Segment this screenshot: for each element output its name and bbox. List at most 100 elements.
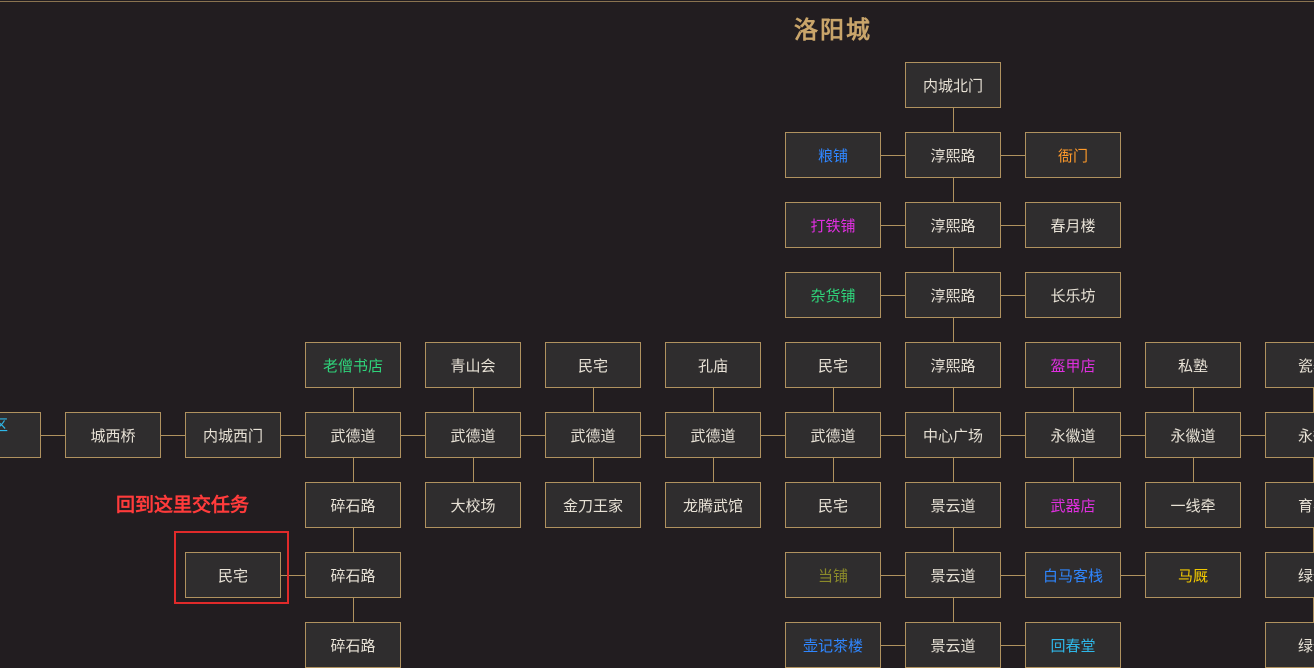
path-horizontal xyxy=(1001,645,1025,646)
path-vertical xyxy=(1073,388,1074,412)
room-label: 永徽道 xyxy=(1170,426,1216,445)
room-lvzhu1[interactable]: 绿竹 xyxy=(1265,552,1314,598)
path-vertical xyxy=(953,178,954,202)
path-horizontal xyxy=(641,435,665,436)
room-yonghui1[interactable]: 永徽道 xyxy=(1025,412,1121,458)
room-chunxi2[interactable]: 淳熙路 xyxy=(905,202,1001,248)
room-porcelain[interactable]: 瓷器 xyxy=(1265,342,1314,388)
room-west-bridge[interactable]: 城西桥 xyxy=(65,412,161,458)
room-label: 武德道 xyxy=(330,426,376,445)
room-temple[interactable]: 孔庙 xyxy=(665,342,761,388)
room-label: 长乐坊 xyxy=(1050,286,1096,305)
room-label: 武器店 xyxy=(1050,496,1096,515)
room-jingyun2[interactable]: 景云道 xyxy=(905,552,1001,598)
room-yixian[interactable]: 一线牵 xyxy=(1145,482,1241,528)
room-armor[interactable]: 盔甲店 xyxy=(1025,342,1121,388)
room-label: 永徽 xyxy=(1297,426,1314,445)
path-horizontal xyxy=(881,435,905,436)
room-jindao[interactable]: 金刀王家 xyxy=(545,482,641,528)
room-label: 淳熙路 xyxy=(930,216,976,235)
room-west-gate[interactable]: 内城西门 xyxy=(185,412,281,458)
room-label: 内城北门 xyxy=(922,76,983,95)
room-label: 龙腾武馆 xyxy=(682,496,743,515)
room-house1[interactable]: 民宅 xyxy=(545,342,641,388)
room-grocery[interactable]: 杂货铺 xyxy=(785,272,881,318)
path-vertical xyxy=(1073,458,1074,482)
room-wude2[interactable]: 武德道 xyxy=(425,412,521,458)
room-label: 景云道 xyxy=(930,636,976,655)
room-label: 大校场 xyxy=(450,496,496,515)
room-grain[interactable]: 粮铺 xyxy=(785,132,881,178)
room-gravel1[interactable]: 碎石路 xyxy=(305,482,401,528)
room-label: 景云道 xyxy=(930,496,976,515)
room-label: 内城西门 xyxy=(202,426,263,445)
path-vertical xyxy=(953,388,954,412)
room-bookstore[interactable]: 老僧书店 xyxy=(305,342,401,388)
room-jingyun3[interactable]: 景云道 xyxy=(905,622,1001,668)
room-jingyun1[interactable]: 景云道 xyxy=(905,482,1001,528)
room-wude1[interactable]: 武德道 xyxy=(305,412,401,458)
path-vertical xyxy=(713,458,714,482)
room-label: 淳熙路 xyxy=(930,356,976,375)
room-label: 碎石路 xyxy=(330,496,376,515)
room-label: 私塾 xyxy=(1177,356,1208,375)
room-teahouse[interactable]: 壶记茶楼 xyxy=(785,622,881,668)
room-label: 老僧书店 xyxy=(322,356,383,375)
room-label: 民宅 xyxy=(817,356,848,375)
room-label-secondary: 道 xyxy=(0,435,1,455)
room-chunxi4[interactable]: 淳熙路 xyxy=(905,342,1001,388)
room-drill[interactable]: 大校场 xyxy=(425,482,521,528)
room-huichun[interactable]: 回春堂 xyxy=(1025,622,1121,668)
path-vertical xyxy=(953,248,954,272)
room-changle[interactable]: 长乐坊 xyxy=(1025,272,1121,318)
room-yamen[interactable]: 衙门 xyxy=(1025,132,1121,178)
room-gravel3[interactable]: 碎石路 xyxy=(305,622,401,668)
room-yonghui2[interactable]: 永徽道 xyxy=(1145,412,1241,458)
path-horizontal xyxy=(41,435,65,436)
room-label: 绿竹 xyxy=(1297,636,1314,655)
path-vertical xyxy=(353,458,354,482)
room-label: 青山会 xyxy=(450,356,496,375)
room-label: 淳熙路 xyxy=(930,146,976,165)
room-yonghui3[interactable]: 永徽 xyxy=(1265,412,1314,458)
path-vertical xyxy=(953,108,954,132)
room-house2[interactable]: 民宅 xyxy=(785,342,881,388)
room-qingshan[interactable]: 青山会 xyxy=(425,342,521,388)
room-label: 育婴 xyxy=(1297,496,1314,515)
room-wude3[interactable]: 武德道 xyxy=(545,412,641,458)
path-horizontal xyxy=(1241,435,1265,436)
path-horizontal xyxy=(281,435,305,436)
room-chunyue[interactable]: 春月楼 xyxy=(1025,202,1121,248)
room-edge[interactable]: 地区道 xyxy=(0,412,41,458)
room-longteng[interactable]: 龙腾武馆 xyxy=(665,482,761,528)
room-plaza[interactable]: 中心广场 xyxy=(905,412,1001,458)
room-inn[interactable]: 白马客栈 xyxy=(1025,552,1121,598)
room-pawn[interactable]: 当铺 xyxy=(785,552,881,598)
path-horizontal xyxy=(881,645,905,646)
path-vertical xyxy=(353,598,354,622)
room-north-gate[interactable]: 内城北门 xyxy=(905,62,1001,108)
room-yuying[interactable]: 育婴 xyxy=(1265,482,1314,528)
room-chunxi3[interactable]: 淳熙路 xyxy=(905,272,1001,318)
room-label: 马厩 xyxy=(1177,566,1208,585)
path-horizontal xyxy=(521,435,545,436)
path-vertical xyxy=(713,388,714,412)
room-stable[interactable]: 马厩 xyxy=(1145,552,1241,598)
room-label: 绿竹 xyxy=(1297,566,1314,585)
room-lvzhu2[interactable]: 绿竹 xyxy=(1265,622,1314,668)
path-horizontal xyxy=(881,295,905,296)
room-house3[interactable]: 民宅 xyxy=(785,482,881,528)
room-wude5[interactable]: 武德道 xyxy=(785,412,881,458)
room-wude4[interactable]: 武德道 xyxy=(665,412,761,458)
room-label: 武德道 xyxy=(570,426,616,445)
path-horizontal xyxy=(1121,575,1145,576)
room-smithy[interactable]: 打铁铺 xyxy=(785,202,881,248)
path-vertical xyxy=(1193,388,1194,412)
room-weapon[interactable]: 武器店 xyxy=(1025,482,1121,528)
room-gravel2[interactable]: 碎石路 xyxy=(305,552,401,598)
room-school[interactable]: 私塾 xyxy=(1145,342,1241,388)
room-chunxi1[interactable]: 淳熙路 xyxy=(905,132,1001,178)
path-horizontal xyxy=(1001,295,1025,296)
room-label: 中心广场 xyxy=(922,426,983,445)
room-label: 壶记茶楼 xyxy=(802,636,863,655)
